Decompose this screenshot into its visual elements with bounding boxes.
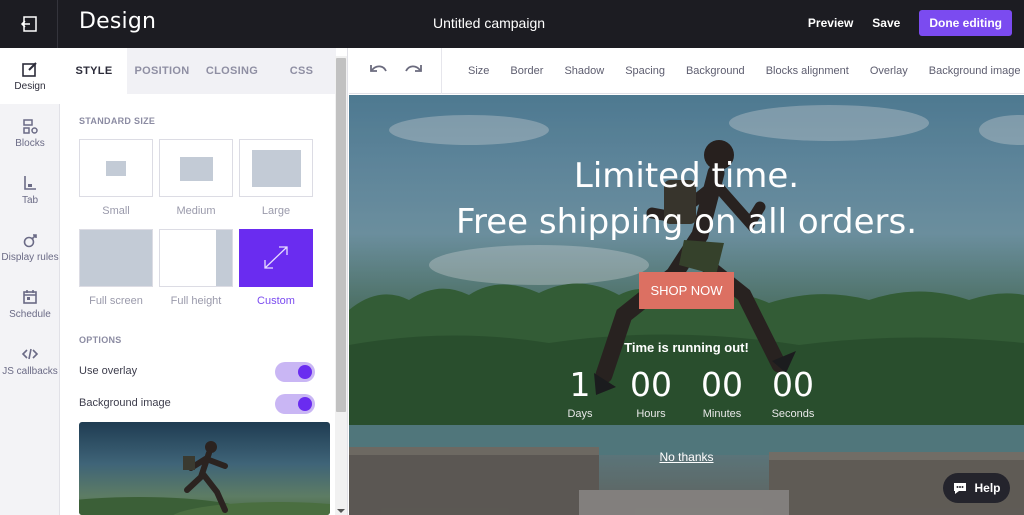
tab-icon (24, 176, 36, 190)
countdown-seconds-value: 00 (772, 365, 814, 404)
preview-button[interactable]: Preview (808, 16, 853, 30)
size-full-height-label: Full height (170, 295, 222, 307)
countdown-days-value: 1 (569, 365, 591, 404)
background-image-toggle[interactable] (275, 394, 315, 414)
help-label: Help (974, 481, 1001, 495)
size-medium-option[interactable] (159, 139, 233, 197)
tool-overlay[interactable]: Overlay (870, 65, 908, 77)
tab-position[interactable]: POSITION (127, 48, 197, 94)
size-full-screen-label: Full screen (89, 295, 143, 307)
top-bar: Design Untitled campaign Preview Save Do… (0, 0, 1024, 48)
done-editing-button[interactable]: Done editing (919, 10, 1012, 36)
undo-icon (370, 65, 387, 72)
size-custom-label: Custom (257, 295, 295, 307)
expand-icon (264, 246, 288, 269)
tool-spacing[interactable]: Spacing (625, 65, 665, 77)
blocks-icon (23, 119, 38, 134)
settings-panel: STYLE POSITION CLOSING CSS STANDARD SIZE… (61, 48, 348, 515)
rail-label: Blocks (15, 138, 45, 149)
redo-button[interactable] (402, 61, 424, 81)
save-button[interactable]: Save (872, 16, 900, 30)
tool-border[interactable]: Border (510, 65, 543, 77)
tool-background-image[interactable]: Background image (929, 65, 1021, 77)
calendar-icon (23, 290, 37, 304)
size-custom-option[interactable] (239, 229, 313, 287)
display-rules-icon (23, 234, 37, 248)
size-small-label: Small (102, 205, 130, 217)
panel-tabs: STYLE POSITION CLOSING CSS (61, 48, 336, 94)
tool-size[interactable]: Size (468, 65, 489, 77)
headline-line-2: Free shipping on all orders. (455, 202, 918, 242)
canvas-toolbar: Size Border Shadow Spacing Background Bl… (349, 48, 1024, 94)
timer-title: Time is running out! (624, 340, 749, 355)
background-image-thumbnail[interactable] (79, 422, 330, 515)
tool-blocks-alignment[interactable]: Blocks alignment (766, 65, 849, 77)
rail-label: Schedule (9, 309, 51, 320)
countdown-minutes-value: 00 (701, 365, 743, 404)
tool-shadow[interactable]: Shadow (564, 65, 604, 77)
countdown-hours-label: Hours (636, 408, 666, 420)
campaign-preview[interactable]: Limited time. Free shipping on all order… (349, 95, 1024, 515)
size-large-option[interactable] (239, 139, 313, 197)
standard-size-label: STANDARD SIZE (79, 116, 156, 126)
tab-css[interactable]: CSS (267, 48, 336, 94)
rail-item-display-rules[interactable]: Display rules (0, 219, 60, 275)
tab-style[interactable]: STYLE (61, 48, 127, 94)
redo-icon (405, 65, 422, 72)
tool-background[interactable]: Background (686, 65, 745, 77)
size-full-height-option[interactable] (159, 229, 233, 287)
size-preview-shape (252, 150, 301, 187)
toggle-knob (298, 365, 312, 379)
headline-line-1: Limited time. (573, 156, 800, 196)
use-overlay-label: Use overlay (79, 365, 138, 377)
size-preview-shape (216, 230, 232, 286)
size-full-screen-option[interactable] (79, 229, 153, 287)
background-image-label: Background image (79, 397, 171, 409)
chat-icon (954, 483, 967, 494)
top-actions: Preview Save Done editing (808, 10, 1012, 36)
edit-icon (22, 62, 37, 77)
size-preview-shape (180, 157, 213, 181)
rail-item-blocks[interactable]: Blocks (0, 105, 60, 161)
rail-label: Tab (21, 195, 39, 206)
countdown-hours-value: 00 (630, 365, 672, 404)
size-small-option[interactable] (79, 139, 153, 197)
rail-label: Display rules (1, 252, 59, 263)
size-preview-shape (80, 230, 152, 286)
toggle-knob (298, 397, 312, 411)
no-thanks-link[interactable]: No thanks (349, 450, 1024, 464)
size-large-label: Large (261, 205, 291, 217)
size-medium-label: Medium (176, 205, 216, 217)
rail-item-tab[interactable]: Tab (0, 162, 60, 218)
rail-label: Design (14, 81, 46, 92)
size-preview-shape (106, 161, 126, 176)
scroll-down-arrow[interactable] (337, 509, 345, 513)
rail-item-design[interactable]: Design (0, 48, 60, 104)
history-controls (349, 48, 442, 94)
code-icon (21, 348, 39, 360)
rail-item-js-callbacks[interactable]: JS callbacks (0, 333, 60, 389)
style-tool-list: Size Border Shadow Spacing Background Bl… (442, 48, 1020, 94)
left-rail: Design Blocks Tab Display rules Schedule… (0, 48, 60, 515)
countdown-days-label: Days (567, 408, 593, 420)
shop-now-button[interactable]: SHOP NOW (639, 272, 734, 309)
rail-item-schedule[interactable]: Schedule (0, 276, 60, 332)
countdown-seconds-label: Seconds (771, 408, 815, 420)
undo-button[interactable] (368, 61, 390, 81)
panel-scroll-thumb[interactable] (336, 58, 346, 412)
options-label: OPTIONS (79, 335, 122, 345)
rail-label: JS callbacks (2, 366, 58, 377)
help-button[interactable]: Help (943, 473, 1010, 503)
countdown-minutes-label: Minutes (702, 408, 742, 420)
tab-closing[interactable]: CLOSING (197, 48, 267, 94)
runner-thumbnail-image (79, 441, 330, 515)
use-overlay-toggle[interactable] (275, 362, 315, 382)
